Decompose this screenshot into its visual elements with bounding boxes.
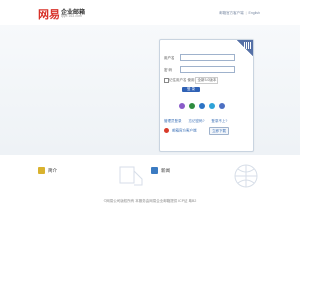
intro-illustration xyxy=(119,166,143,186)
use-label: 使用 xyxy=(187,78,195,82)
separator: | xyxy=(245,11,247,15)
cannot-login-link[interactable]: 登录不上? xyxy=(211,119,227,123)
qr-code-icon xyxy=(244,42,251,49)
password-label: 密 码 xyxy=(164,68,172,72)
login-options: 记住用户名 使用 全新3.0版本 xyxy=(169,77,219,84)
intro-label: 简介 xyxy=(48,168,57,173)
password-input[interactable] xyxy=(180,66,235,73)
admin-login-link[interactable]: 管理员登录 xyxy=(164,119,182,123)
footer-copyright: ©网易公司版权所有 本服务由网易企业邮箱提供 ICP证 粤B2 xyxy=(103,199,197,203)
username-label: 用户名 xyxy=(164,56,175,60)
qr-corner[interactable] xyxy=(237,40,253,56)
yixin-icon[interactable] xyxy=(209,103,215,109)
version-select[interactable]: 全新3.0版本 xyxy=(195,77,219,84)
news-label: 新闻 xyxy=(161,168,170,173)
client-download-link[interactable]: 邮箱官方客户端 xyxy=(219,11,244,15)
help-links: 管理员登录 忘记密码? 登录不上? xyxy=(164,119,233,124)
hero-banner xyxy=(0,25,300,155)
login-button[interactable]: 登 录 xyxy=(182,87,200,92)
download-button[interactable]: 立即下载 xyxy=(209,127,229,135)
login-panel: 用户名 密 码 记住用户名 使用 全新3.0版本 登 录 管理员登录 忘记密码?… xyxy=(159,39,254,152)
news-icon xyxy=(151,167,158,174)
remember-label: 记住用户名 xyxy=(169,78,187,82)
weibo-icon[interactable] xyxy=(199,103,205,109)
promo-text[interactable]: 邮箱官方客户端 xyxy=(172,128,197,132)
english-link[interactable]: English xyxy=(249,11,260,15)
username-input[interactable] xyxy=(180,54,235,61)
intro-icon xyxy=(38,167,45,174)
mail-icon[interactable] xyxy=(219,103,225,109)
top-bar: 网易 企业邮箱 qiye.163.com 邮箱官方客户端 | English xyxy=(0,0,300,22)
svg-text:网易: 网易 xyxy=(38,8,60,21)
forgot-password-link[interactable]: 忘记密码? xyxy=(188,119,204,123)
client-app-icon xyxy=(164,128,169,133)
top-links: 邮箱官方客户端 | English xyxy=(219,11,260,16)
brand-domain: qiye.163.com xyxy=(61,14,82,18)
netease-logo: 网易 xyxy=(38,8,60,21)
qq-icon[interactable] xyxy=(189,103,195,109)
news-illustration xyxy=(234,164,258,188)
weixin-icon[interactable] xyxy=(179,103,185,109)
client-promo: 邮箱官方客户端 xyxy=(164,128,196,133)
